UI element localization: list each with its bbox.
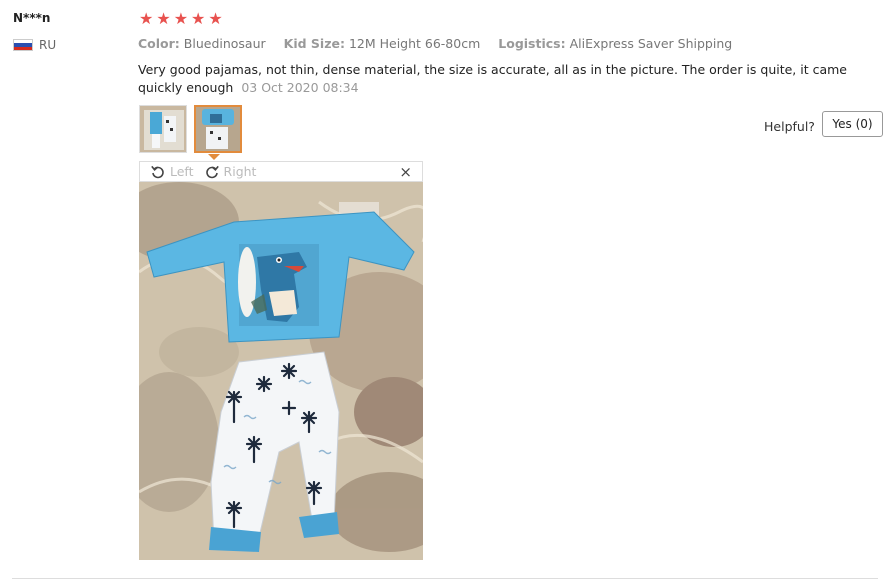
image-viewer-toolbar: Left Right × [139, 161, 423, 182]
rotate-right-label: Right [223, 164, 257, 179]
size-label: Kid Size: [283, 36, 345, 51]
rotate-right-icon [205, 165, 219, 178]
review-photo [139, 182, 423, 560]
star-icon: ★ [139, 9, 154, 28]
review-body: Very good pajamas, not thin, dense mater… [138, 61, 868, 97]
review-date: 03 Oct 2020 08:34 [241, 80, 359, 95]
reviewer-name: N***n [13, 11, 51, 25]
review-divider [12, 578, 878, 579]
size-value: 12M Height 66-80cm [348, 36, 481, 51]
russia-flag-icon [13, 39, 33, 51]
logistics-value: AliExpress Saver Shipping [569, 36, 733, 51]
star-rating: ★ ★ ★ ★ ★ [139, 10, 223, 28]
thumbnail-pointer [208, 154, 220, 160]
helpful-yes-button[interactable]: Yes (0) [822, 111, 883, 137]
photo-thumbnail[interactable] [139, 105, 187, 153]
reviewer-country: RU [13, 38, 56, 52]
rotate-right-button[interactable]: Right [204, 164, 257, 180]
star-icon: ★ [156, 9, 171, 28]
star-icon: ★ [173, 9, 189, 28]
color-value: Bluedinosaur [183, 36, 266, 51]
rotate-left-icon [151, 165, 164, 178]
star-icon: ★ [191, 9, 206, 28]
color-label: Color: [138, 36, 180, 51]
logistics-label: Logistics: [498, 36, 566, 51]
rotate-left-label: Left [170, 164, 194, 179]
rotate-left-button[interactable]: Left [150, 164, 194, 180]
close-icon[interactable]: × [399, 163, 412, 181]
star-icon: ★ [208, 9, 223, 28]
photo-thumbnail-selected[interactable] [194, 105, 242, 153]
helpful-label: Helpful? [764, 119, 815, 134]
country-code: RU [39, 38, 57, 52]
order-attributes: Color: Bluedinosaur Kid Size: 12M Height… [138, 36, 732, 51]
